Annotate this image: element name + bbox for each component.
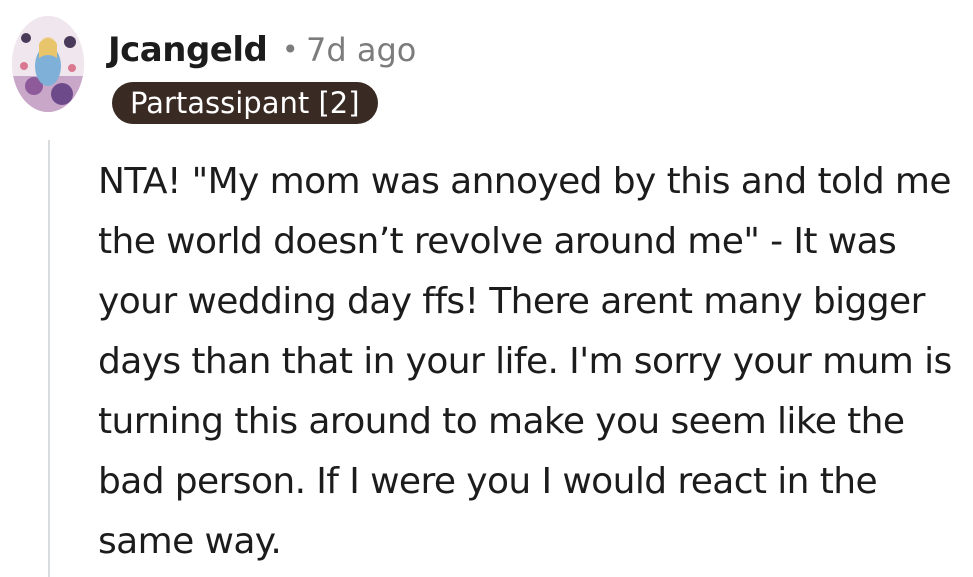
user-flair-badge: Partassipant [2] (112, 82, 378, 124)
comment-timestamp[interactable]: 7d ago (306, 26, 416, 74)
comment-text: NTA! "My mom was annoyed by this and tol… (98, 161, 952, 562)
user-avatar-icon (12, 16, 84, 112)
avatar[interactable] (12, 16, 84, 112)
meta-separator: • (282, 33, 299, 66)
comment-body: NTA! "My mom was annoyed by this and tol… (98, 152, 958, 572)
thread-line[interactable] (48, 140, 50, 577)
author-username[interactable]: Jcangeld (108, 26, 268, 74)
